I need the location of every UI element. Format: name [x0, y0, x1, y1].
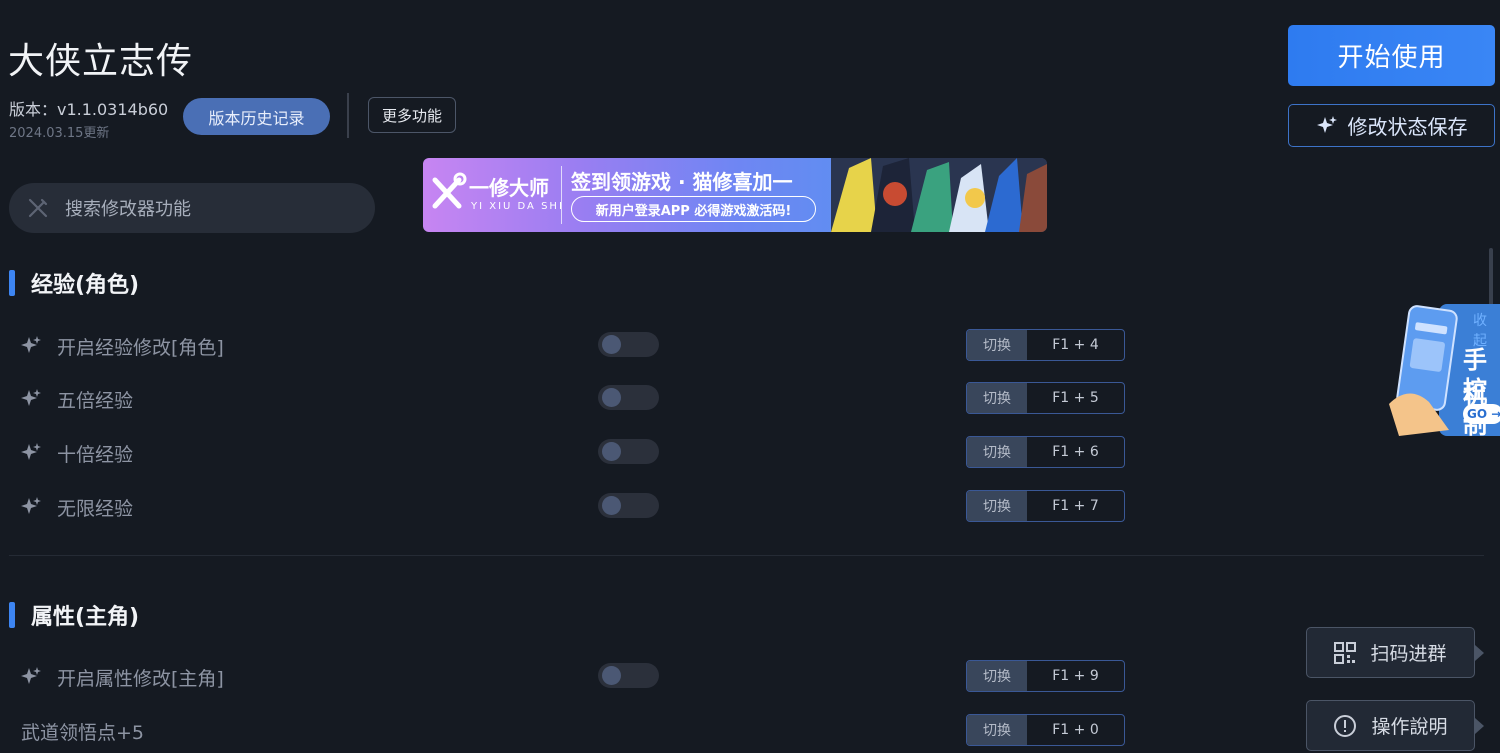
section-header-experience: 经验(角色): [9, 267, 139, 299]
hotkey-keys: F1 + 9: [1052, 668, 1099, 684]
section-marker: [9, 270, 15, 296]
feature-label: 武道领悟点+5: [21, 722, 145, 744]
feature-row: 开启经验修改[角色] 切换 F1 + 4: [0, 325, 1130, 365]
hotkey-label: 切换: [967, 437, 1027, 467]
wrench-icon: [28, 198, 48, 218]
hotkey-label: 切换: [967, 330, 1027, 360]
search-input[interactable]: 搜索修改器功能: [9, 183, 375, 233]
feature-label: 五倍经验: [57, 390, 134, 412]
start-button[interactable]: 开始使用: [1288, 25, 1495, 86]
hotkey-keys: F1 + 6: [1052, 444, 1099, 460]
toggle-knob: [602, 335, 621, 354]
hotkey-field[interactable]: 切换 F1 + 6: [966, 436, 1125, 468]
phone-control-widget[interactable]: 收起 手机 控制 GO →: [1389, 304, 1500, 436]
hotkey-field[interactable]: 切换 F1 + 5: [966, 382, 1125, 414]
hotkey-field[interactable]: 切换 F1 + 0: [966, 714, 1125, 746]
banner-separator: [561, 166, 562, 224]
more-features-button[interactable]: 更多功能: [368, 97, 456, 133]
toggle-knob: [602, 666, 621, 685]
save-state-label: 修改状态保存: [1347, 115, 1468, 139]
feature-toggle[interactable]: [598, 493, 659, 518]
feature-row: 无限经验 切换 F1 + 7: [0, 486, 1130, 526]
go-button[interactable]: GO →: [1463, 404, 1500, 424]
feature-toggle[interactable]: [598, 663, 659, 688]
section-divider: [9, 555, 1484, 556]
instructions-label: 操作說明: [1371, 716, 1448, 738]
sparkle-icon: [21, 497, 41, 514]
phone-icon: [1389, 305, 1458, 436]
game-characters-art: [831, 158, 1047, 232]
banner-brand: 一修大师: [469, 176, 549, 200]
instructions-button[interactable]: 操作說明: [1306, 700, 1484, 751]
feature-label: 开启属性修改[主角]: [57, 668, 224, 690]
version-history-button[interactable]: 版本历史记录: [183, 98, 330, 135]
app-title: 大侠立志传: [8, 41, 194, 82]
search-placeholder: 搜索修改器功能: [65, 199, 191, 220]
banner-brand-sub: YI XIU DA SHI: [471, 201, 564, 212]
toggle-knob: [602, 388, 621, 407]
feature-label: 开启经验修改[角色]: [57, 337, 224, 359]
pointer-arrow: [1475, 718, 1484, 734]
banner-headline: 签到领游戏 · 猫修喜加一: [571, 170, 793, 194]
feature-row: 武道领悟点+5 切换 F1 + 0: [0, 710, 1130, 750]
hotkey-label: 切换: [967, 661, 1027, 691]
section-title: 属性(主角): [31, 605, 140, 630]
toggle-knob: [602, 442, 621, 461]
sparkle-icon: [21, 443, 41, 460]
hotkey-keys: F1 + 7: [1052, 498, 1099, 514]
feature-toggle[interactable]: [598, 385, 659, 410]
qr-code-icon: [1334, 641, 1357, 664]
hotkey-label: 切换: [967, 491, 1027, 521]
widget-line2: 控制: [1463, 376, 1487, 436]
hotkey-field[interactable]: 切换 F1 + 4: [966, 329, 1125, 361]
banner-pill: 新用户登录APP 必得游戏激活码!: [571, 196, 816, 222]
hotkey-keys: F1 + 4: [1052, 337, 1099, 353]
feature-label: 无限经验: [57, 498, 134, 520]
hotkey-field[interactable]: 切换 F1 + 9: [966, 660, 1125, 692]
hotkey-label: 切换: [967, 383, 1027, 413]
section-header-attributes: 属性(主角): [9, 599, 139, 631]
pointer-arrow: [1475, 645, 1484, 661]
header-divider: [347, 93, 349, 138]
feature-toggle[interactable]: [598, 439, 659, 464]
section-marker: [9, 602, 15, 628]
feature-row: 五倍经验 切换 F1 + 5: [0, 378, 1130, 418]
hotkey-keys: F1 + 5: [1052, 390, 1099, 406]
scan-join-group-label: 扫码进群: [1370, 643, 1447, 665]
feature-label: 十倍经验: [57, 444, 134, 466]
feature-row: 十倍经验 切换 F1 + 6: [0, 432, 1130, 472]
promo-banner[interactable]: 一修大师 YI XIU DA SHI 签到领游戏 · 猫修喜加一 新用户登录AP…: [423, 158, 1047, 232]
hotkey-field[interactable]: 切换 F1 + 7: [966, 490, 1125, 522]
sparkle-icon: [21, 667, 41, 684]
tools-logo-icon: [432, 172, 467, 209]
section-title: 经验(角色): [31, 273, 140, 298]
sparkle-icon: [1316, 115, 1337, 133]
feature-row: 开启属性修改[主角] 切换 F1 + 9: [0, 656, 1130, 696]
info-alert-icon: [1334, 714, 1357, 737]
update-date: 2024.03.15更新: [9, 126, 110, 141]
version-text: 版本：v1.1.0314b60: [9, 100, 169, 119]
scan-join-group-button[interactable]: 扫码进群: [1306, 627, 1484, 678]
sparkle-icon: [21, 336, 41, 353]
toggle-knob: [602, 496, 621, 515]
scrollbar[interactable]: [1489, 248, 1493, 312]
save-state-button[interactable]: 修改状态保存: [1288, 104, 1495, 147]
hotkey-keys: F1 + 0: [1052, 722, 1099, 738]
hotkey-label: 切换: [967, 715, 1027, 745]
feature-toggle[interactable]: [598, 332, 659, 357]
sparkle-icon: [21, 389, 41, 406]
